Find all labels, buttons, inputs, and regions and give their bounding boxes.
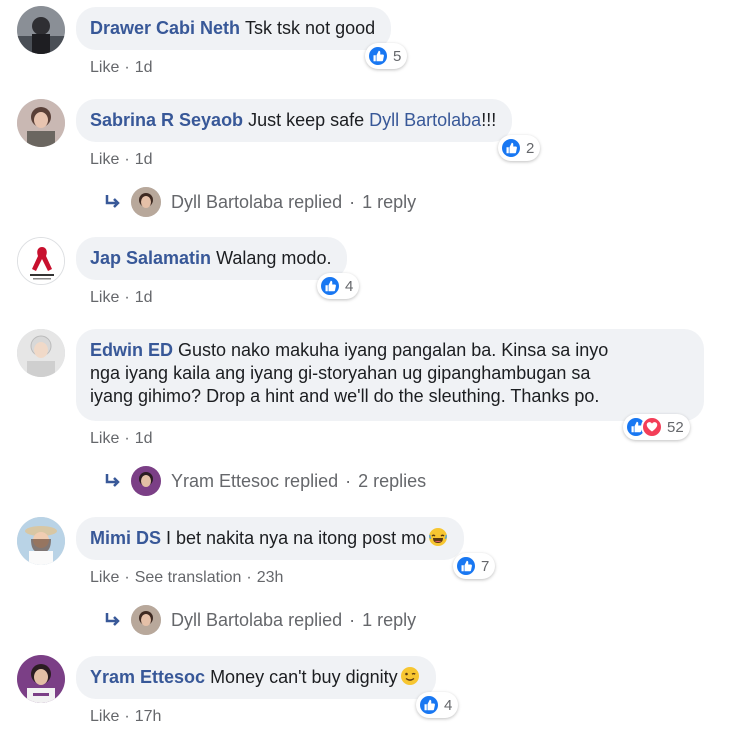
- comment-timestamp[interactable]: 23h: [257, 569, 284, 586]
- comment-author[interactable]: Mimi DS: [90, 528, 161, 548]
- comment-author[interactable]: Drawer Cabi Neth: [90, 18, 240, 38]
- reply-avatar: [131, 466, 161, 496]
- like-reaction-icon: [418, 694, 440, 716]
- comment-text-end: !!!: [481, 110, 497, 130]
- avatar[interactable]: [17, 329, 65, 377]
- comment-timestamp[interactable]: 1d: [135, 430, 153, 447]
- reaction-summary[interactable]: 4: [317, 273, 360, 299]
- reply-author: Dyll Bartolaba: [171, 609, 284, 630]
- reply-avatar: [131, 605, 161, 635]
- comment-actions: Like · 1d: [90, 288, 152, 308]
- reaction-summary[interactable]: 4: [416, 692, 459, 718]
- separator: ·: [124, 59, 130, 76]
- comment-actions: Like · 1d: [90, 429, 152, 449]
- comment-actions: Like · 1d: [90, 150, 152, 170]
- separator: ·: [345, 470, 352, 491]
- like-button[interactable]: Like: [90, 708, 119, 725]
- avatar[interactable]: [17, 237, 65, 285]
- comment-actions: Like · See translation · 23h: [90, 568, 283, 588]
- comment-actions: Like · 17h: [90, 707, 161, 727]
- comment-text: nga iyang kaila ang iyang gi-storyahan u…: [90, 363, 591, 383]
- comment-author[interactable]: Sabrina R Seyaob: [90, 110, 243, 130]
- separator: ·: [246, 569, 252, 586]
- avatar[interactable]: [17, 655, 65, 703]
- comment-text: iyang gihimo? Drop a hint and we'll do t…: [90, 386, 600, 406]
- avatar[interactable]: [17, 6, 65, 54]
- comment-actions: Like · 1d: [90, 58, 152, 78]
- like-reaction-icon: [500, 137, 522, 159]
- comment-text: I bet nakita nya na itong post mo: [166, 528, 427, 548]
- comment-text: Tsk tsk not good: [245, 18, 376, 38]
- separator: ·: [349, 191, 356, 212]
- reply-arrow-icon: [105, 613, 120, 626]
- reply-count: 2 replies: [358, 470, 427, 491]
- reply-arrow-icon: [105, 474, 120, 487]
- separator: ·: [124, 708, 130, 725]
- reaction-summary[interactable]: 2: [498, 135, 541, 161]
- like-button[interactable]: Like: [90, 569, 119, 586]
- view-replies-link[interactable]: Yram Ettesoc replied · 2 replies: [103, 466, 426, 496]
- like-button[interactable]: Like: [90, 59, 119, 76]
- comment-text: Just keep safe: [248, 110, 370, 130]
- mention-link[interactable]: Dyll Bartolaba: [369, 110, 481, 130]
- reaction-count: 2: [526, 139, 535, 157]
- avatar[interactable]: [17, 99, 65, 147]
- reply-author: Yram Ettesoc: [171, 470, 280, 491]
- separator: ·: [124, 289, 130, 306]
- see-translation-link[interactable]: See translation: [135, 569, 242, 586]
- comment-author[interactable]: Jap Salamatin: [90, 248, 211, 268]
- replied-label: replied: [288, 609, 343, 630]
- reaction-count: 4: [345, 277, 354, 295]
- separator: ·: [349, 609, 356, 630]
- comment-bubble: Sabrina R Seyaob Just keep safe Dyll Bart…: [76, 99, 513, 142]
- like-button[interactable]: Like: [90, 151, 119, 168]
- comment-bubble: Yram Ettesoc Money can't buy dignity: [76, 656, 436, 699]
- comment-bubble: Mimi DS I bet nakita nya na itong post mo: [76, 517, 465, 560]
- replied-label: replied: [288, 191, 343, 212]
- love-reaction-icon: [641, 416, 663, 438]
- reply-count: 1 reply: [362, 609, 417, 630]
- comment-timestamp[interactable]: 1d: [135, 151, 153, 168]
- avatar[interactable]: [17, 517, 65, 565]
- comment-timestamp[interactable]: 1d: [135, 59, 153, 76]
- laughing-emoji-icon: [429, 528, 448, 546]
- comment-timestamp[interactable]: 17h: [135, 708, 162, 725]
- reaction-summary[interactable]: 7: [453, 553, 496, 579]
- reply-author: Dyll Bartolaba: [171, 191, 284, 212]
- reaction-count: 7: [481, 557, 490, 575]
- reaction-summary[interactable]: 5: [365, 43, 408, 69]
- reply-arrow-icon: [105, 195, 120, 208]
- comment-author[interactable]: Edwin ED: [90, 340, 173, 360]
- like-reaction-icon: [319, 275, 341, 297]
- replied-label: replied: [284, 470, 339, 491]
- reaction-summary[interactable]: 52: [623, 414, 690, 440]
- comment-text: Money can't buy dignity: [210, 667, 398, 687]
- separator: ·: [124, 151, 130, 168]
- separator: ·: [124, 430, 130, 447]
- view-replies-link[interactable]: Dyll Bartolaba replied · 1 reply: [103, 187, 416, 217]
- like-reaction-icon: [455, 555, 477, 577]
- comment-text: Gusto nako makuha iyang pangalan ba. Kin…: [178, 340, 609, 360]
- comment-author[interactable]: Yram Ettesoc: [90, 667, 205, 687]
- comment-bubble: Edwin ED Gusto nako makuha iyang pangalan…: [76, 329, 704, 421]
- comment-bubble: Drawer Cabi Neth Tsk tsk not good: [76, 7, 392, 50]
- comment-bubble: Jap Salamatin Walang modo.: [76, 237, 348, 280]
- reply-count: 1 reply: [362, 191, 417, 212]
- reaction-count: 4: [444, 696, 453, 714]
- view-replies-link[interactable]: Dyll Bartolaba replied · 1 reply: [103, 605, 416, 635]
- like-reaction-icon: [367, 45, 389, 67]
- like-button[interactable]: Like: [90, 289, 119, 306]
- comment-timestamp[interactable]: 1d: [135, 289, 153, 306]
- winking-emoji-icon: [400, 667, 419, 685]
- reply-avatar: [131, 187, 161, 217]
- reaction-count: 52: [667, 418, 684, 436]
- reaction-count: 5: [393, 47, 402, 65]
- like-button[interactable]: Like: [90, 430, 119, 447]
- separator: ·: [124, 569, 130, 586]
- comment-text: Walang modo.: [216, 248, 332, 268]
